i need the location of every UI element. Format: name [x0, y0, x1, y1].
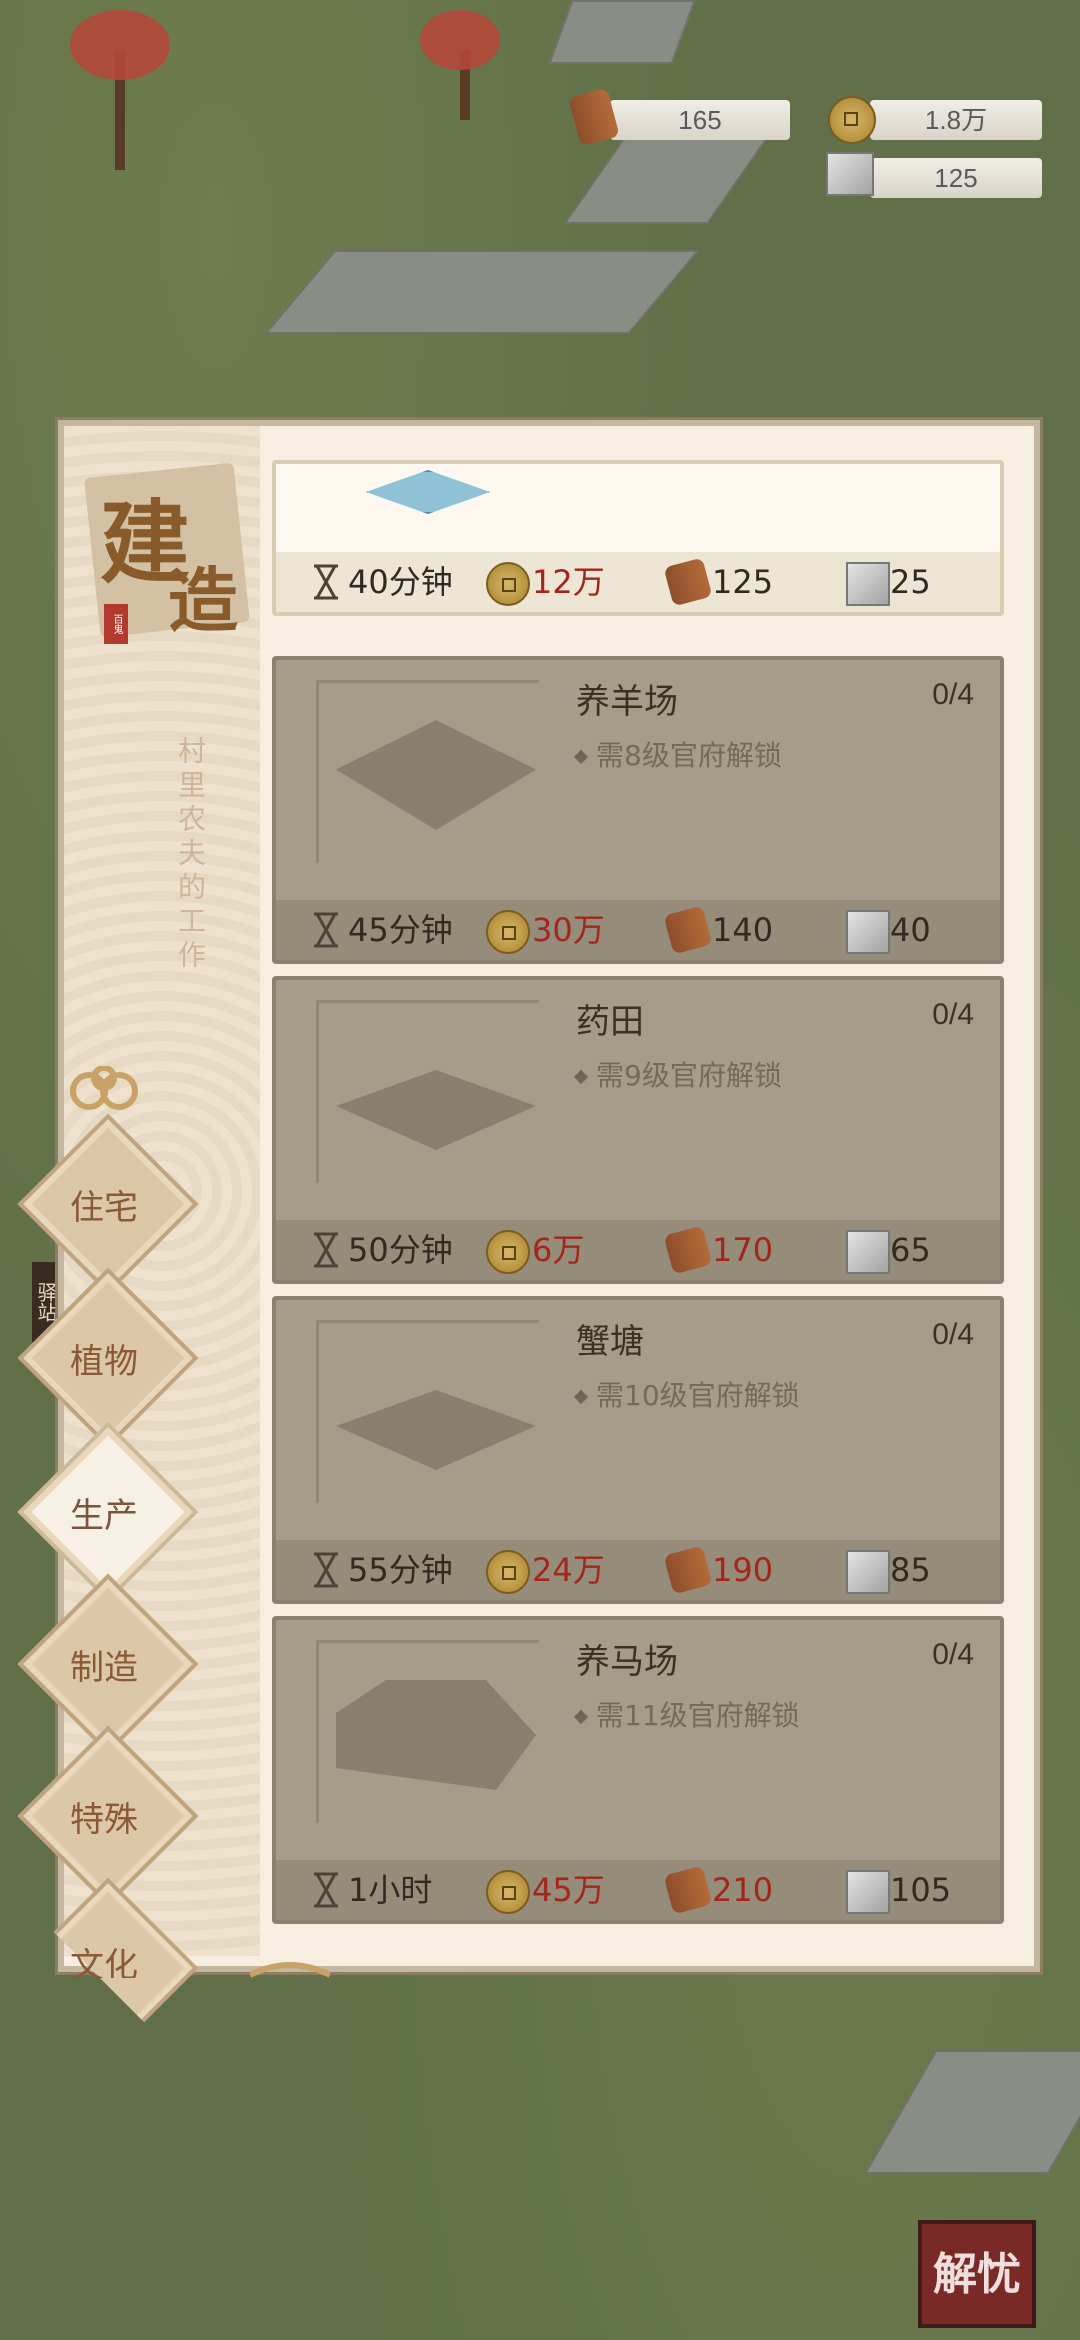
diamond-icon	[573, 1709, 589, 1725]
build-time: 55分钟	[348, 1551, 453, 1589]
stone-path	[548, 0, 696, 64]
wood-icon	[663, 557, 713, 607]
coin-amount: 1.8万	[924, 105, 988, 135]
requirement-text: 需10级官府解锁	[596, 1379, 800, 1412]
stone-icon	[846, 1870, 890, 1914]
wood-icon	[663, 1865, 713, 1915]
stone-amount: 125	[934, 163, 978, 193]
building-name: 养马场	[576, 1642, 678, 1682]
panel-seal: 百鬼	[104, 604, 128, 644]
seal-text: 百鬼	[111, 614, 122, 634]
coin-icon	[828, 96, 876, 144]
hourglass-icon	[314, 1552, 338, 1588]
building-count: 0/4	[932, 678, 974, 711]
tab-production-label: 生产	[70, 1496, 138, 1536]
stone-icon	[846, 562, 890, 606]
build-time: 50分钟	[348, 1231, 453, 1269]
stone-icon	[826, 152, 874, 196]
build-time: 1小时	[348, 1871, 433, 1909]
stone-cost: 85	[890, 1551, 931, 1589]
coin-icon	[486, 1230, 530, 1274]
building-card-sheep-farm[interactable]: 养羊场 0/4 需8级官府解锁 45分钟 30万 140 40	[272, 656, 1004, 964]
stone-cost: 40	[890, 911, 931, 949]
stone-cost: 65	[890, 1231, 931, 1269]
coin-icon	[486, 562, 530, 606]
scroll-rope-ornament	[250, 1962, 330, 1978]
unlock-requirement: 需11级官府解锁	[573, 1694, 800, 1734]
tab-plants-label: 植物	[70, 1342, 138, 1382]
wood-cost: 210	[712, 1871, 774, 1909]
category-description: 村里农夫的工作	[174, 736, 207, 974]
cost-bar: 55分钟 24万 190 85	[276, 1540, 1000, 1600]
wood-amount: 165	[678, 105, 722, 135]
requirement-text: 需8级官府解锁	[596, 739, 782, 772]
stone-icon	[846, 910, 890, 954]
diamond-icon	[573, 1069, 589, 1085]
wood-cost: 140	[712, 911, 774, 949]
stone-path	[864, 2050, 1080, 2174]
coin-icon	[486, 910, 530, 954]
resolve-label: 解忧	[933, 2249, 1021, 2300]
panel-title-char-2: 造	[168, 559, 238, 642]
wood-icon	[663, 905, 713, 955]
hourglass-icon	[314, 564, 338, 600]
stone-cost: 105	[890, 1871, 952, 1909]
hourglass-icon	[314, 1232, 338, 1268]
unlock-requirement: 需8级官府解锁	[573, 734, 782, 774]
station-label: 驿站	[34, 1282, 58, 1322]
hourglass-icon	[314, 1872, 338, 1908]
tab-residence-label: 住宅	[70, 1188, 138, 1228]
coin-cost: 24万	[532, 1551, 605, 1589]
tab-manufacturing-label: 制造	[70, 1648, 138, 1688]
building-image	[366, 470, 490, 514]
requirement-text: 需9级官府解锁	[596, 1059, 782, 1092]
wood-counter: 165	[610, 100, 790, 140]
tab-culture-label: 文化	[70, 1946, 138, 1978]
wood-cost: 190	[712, 1551, 774, 1589]
cost-bar: 45分钟 30万 140 40	[276, 900, 1000, 960]
wood-icon	[663, 1545, 713, 1595]
unlock-requirement: 需9级官府解锁	[573, 1054, 782, 1094]
building-card-crab-pond[interactable]: 蟹塘 0/4 需10级官府解锁 55分钟 24万 190 85	[272, 1296, 1004, 1604]
building-card-pond[interactable]: 40分钟 12万 125 25	[272, 460, 1004, 616]
building-count: 0/4	[932, 998, 974, 1031]
stone-cost: 25	[890, 563, 931, 601]
stone-icon	[846, 1230, 890, 1274]
stone-counter: 125	[870, 158, 1042, 198]
tab-special-label: 特殊	[70, 1800, 138, 1840]
coin-icon	[486, 1870, 530, 1914]
build-time: 40分钟	[348, 563, 453, 601]
building-count: 0/4	[932, 1318, 974, 1351]
coin-icon	[486, 1550, 530, 1594]
coin-cost: 12万	[532, 563, 605, 601]
building-card-horse-farm[interactable]: 养马场 0/4 需11级官府解锁 1小时 45万 210 105	[272, 1616, 1004, 1924]
unlock-requirement: 需10级官府解锁	[573, 1374, 800, 1414]
wood-cost: 125	[712, 563, 774, 601]
coin-counter: 1.8万	[870, 100, 1042, 140]
cost-bar: 50分钟 6万 170 65	[276, 1220, 1000, 1280]
building-count: 0/4	[932, 1638, 974, 1671]
diamond-icon	[573, 1389, 589, 1405]
build-time: 45分钟	[348, 911, 453, 949]
diamond-icon	[573, 749, 589, 765]
cost-bar: 1小时 45万 210 105	[276, 1860, 1000, 1920]
hourglass-icon	[314, 912, 338, 948]
stone-icon	[846, 1550, 890, 1594]
coin-cost: 45万	[532, 1871, 605, 1909]
wood-icon	[663, 1225, 713, 1275]
stone-path	[264, 250, 700, 334]
coin-cost: 6万	[532, 1231, 585, 1269]
coin-cost: 30万	[532, 911, 605, 949]
building-card-herb-field[interactable]: 药田 0/4 需9级官府解锁 50分钟 6万 170 65	[272, 976, 1004, 1284]
building-name: 养羊场	[576, 682, 678, 722]
wood-cost: 170	[712, 1231, 774, 1269]
requirement-text: 需11级官府解锁	[596, 1699, 800, 1732]
building-name: 蟹塘	[576, 1322, 644, 1362]
resolve-button[interactable]: 解忧	[918, 2220, 1036, 2328]
building-name: 药田	[576, 1002, 644, 1042]
cost-bar: 40分钟 12万 125 25	[276, 552, 1000, 612]
